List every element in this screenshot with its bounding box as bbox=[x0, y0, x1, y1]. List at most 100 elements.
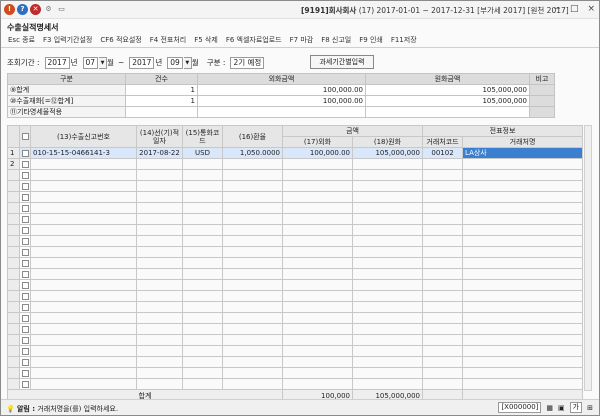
client-name-cell[interactable] bbox=[462, 213, 584, 225]
report-no-cell[interactable] bbox=[30, 290, 137, 302]
client-name-cell[interactable] bbox=[462, 378, 584, 390]
krw-amount-cell[interactable] bbox=[351, 367, 424, 379]
rate-cell[interactable] bbox=[222, 224, 283, 236]
krw-amount-cell[interactable] bbox=[351, 290, 424, 302]
currency-cell[interactable] bbox=[182, 202, 223, 214]
rate-cell[interactable] bbox=[222, 246, 283, 258]
client-code-cell[interactable] bbox=[422, 246, 464, 258]
function-key-button[interactable]: F11저장 bbox=[391, 34, 417, 47]
client-name-cell[interactable] bbox=[462, 191, 584, 203]
foreign-amount-cell[interactable] bbox=[282, 235, 353, 247]
table-row[interactable] bbox=[7, 367, 584, 379]
table-row[interactable] bbox=[7, 257, 584, 269]
summary-foreign-amount[interactable]: 100,000.00 bbox=[197, 84, 366, 96]
krw-amount-cell[interactable]: 105,000,000 bbox=[351, 147, 424, 159]
client-name-cell[interactable] bbox=[462, 169, 584, 181]
foreign-amount-cell[interactable] bbox=[282, 323, 353, 335]
client-code-cell[interactable] bbox=[422, 180, 464, 192]
table-row[interactable] bbox=[7, 356, 584, 368]
rate-cell[interactable] bbox=[222, 202, 283, 214]
foreign-amount-cell[interactable] bbox=[282, 301, 353, 313]
table-row[interactable] bbox=[7, 246, 584, 258]
ship-date-cell[interactable] bbox=[136, 312, 183, 324]
client-code-cell[interactable] bbox=[422, 158, 464, 170]
table-row[interactable] bbox=[7, 268, 584, 280]
report-no-cell[interactable] bbox=[30, 356, 137, 368]
table-row[interactable] bbox=[7, 378, 584, 390]
client-code-cell[interactable] bbox=[422, 191, 464, 203]
foreign-amount-cell[interactable] bbox=[282, 213, 353, 225]
row-checkbox[interactable] bbox=[19, 169, 31, 181]
foreign-amount-cell[interactable] bbox=[282, 268, 353, 280]
foreign-amount-cell[interactable] bbox=[282, 312, 353, 324]
client-name-cell[interactable] bbox=[462, 323, 584, 335]
client-code-cell[interactable] bbox=[422, 378, 464, 390]
foreign-amount-cell[interactable] bbox=[282, 158, 353, 170]
krw-amount-cell[interactable] bbox=[351, 158, 424, 170]
rate-cell[interactable] bbox=[222, 323, 283, 335]
report-no-cell[interactable] bbox=[30, 323, 137, 335]
foreign-amount-cell[interactable] bbox=[282, 345, 353, 357]
ship-date-cell[interactable] bbox=[136, 268, 183, 280]
table-row[interactable] bbox=[7, 301, 584, 313]
foreign-amount-cell[interactable] bbox=[282, 378, 353, 390]
row-checkbox[interactable] bbox=[19, 334, 31, 346]
rate-cell[interactable] bbox=[222, 378, 283, 390]
summary-foreign-amount[interactable] bbox=[197, 106, 366, 118]
client-name-cell[interactable] bbox=[462, 367, 584, 379]
division-select[interactable]: 2기 예정 bbox=[230, 56, 265, 69]
currency-cell[interactable] bbox=[182, 246, 223, 258]
row-checkbox[interactable] bbox=[19, 257, 31, 269]
client-name-cell[interactable] bbox=[462, 158, 584, 170]
ship-date-cell[interactable] bbox=[136, 334, 183, 346]
table-row[interactable] bbox=[7, 279, 584, 291]
ship-date-cell[interactable] bbox=[136, 202, 183, 214]
report-no-cell[interactable]: 010-15-15-0466141-3 bbox=[30, 147, 137, 159]
client-name-cell[interactable] bbox=[462, 334, 584, 346]
currency-cell[interactable] bbox=[182, 345, 223, 357]
chevron-down-icon[interactable]: ▼ bbox=[183, 56, 192, 69]
table-row[interactable]: 2 bbox=[7, 158, 584, 170]
close-circle-icon[interactable]: ✕ bbox=[30, 4, 41, 15]
rate-cell[interactable] bbox=[222, 235, 283, 247]
client-code-cell[interactable] bbox=[422, 169, 464, 181]
rate-cell[interactable] bbox=[222, 334, 283, 346]
currency-cell[interactable] bbox=[182, 224, 223, 236]
rate-cell[interactable]: 1,050.0000 bbox=[222, 147, 283, 159]
row-checkbox[interactable] bbox=[19, 235, 31, 247]
currency-cell[interactable] bbox=[182, 268, 223, 280]
ship-date-cell[interactable] bbox=[136, 290, 183, 302]
row-checkbox[interactable] bbox=[19, 345, 31, 357]
calculator-icon[interactable]: ▦ bbox=[546, 404, 553, 412]
krw-amount-cell[interactable] bbox=[351, 180, 424, 192]
function-key-button[interactable]: F6 엑셀자료업로드 bbox=[226, 34, 282, 47]
report-no-cell[interactable] bbox=[30, 301, 137, 313]
client-code-cell[interactable] bbox=[422, 224, 464, 236]
function-key-button[interactable]: CF6 적요설정 bbox=[100, 34, 141, 47]
summary-foreign-amount[interactable]: 100,000.00 bbox=[197, 95, 366, 107]
client-name-cell[interactable] bbox=[462, 279, 584, 291]
client-code-cell[interactable] bbox=[422, 257, 464, 269]
function-key-button[interactable]: F3 입력기간설정 bbox=[43, 34, 92, 47]
client-name-cell[interactable] bbox=[462, 312, 584, 324]
rate-cell[interactable] bbox=[222, 345, 283, 357]
rate-cell[interactable] bbox=[222, 169, 283, 181]
foreign-amount-cell[interactable] bbox=[282, 356, 353, 368]
krw-amount-cell[interactable] bbox=[351, 279, 424, 291]
currency-cell[interactable] bbox=[182, 180, 223, 192]
foreign-amount-cell[interactable] bbox=[282, 169, 353, 181]
foreign-amount-cell[interactable]: 100,000.00 bbox=[282, 147, 353, 159]
row-checkbox[interactable] bbox=[19, 323, 31, 335]
row-checkbox[interactable] bbox=[19, 224, 31, 236]
row-checkbox[interactable] bbox=[19, 378, 31, 390]
currency-cell[interactable] bbox=[182, 378, 223, 390]
table-row[interactable]: 1 010-15-15-0466141-3 2017-08-22 USD 1,050.0… bbox=[7, 147, 584, 159]
client-code-cell[interactable]: 00102 bbox=[422, 147, 464, 159]
rate-cell[interactable] bbox=[222, 279, 283, 291]
ship-date-cell[interactable]: 2017-08-22 bbox=[136, 147, 183, 159]
currency-cell[interactable] bbox=[182, 323, 223, 335]
currency-cell[interactable] bbox=[182, 367, 223, 379]
client-name-cell[interactable] bbox=[462, 224, 584, 236]
table-row[interactable] bbox=[7, 312, 584, 324]
summary-count[interactable]: 1 bbox=[125, 84, 198, 96]
